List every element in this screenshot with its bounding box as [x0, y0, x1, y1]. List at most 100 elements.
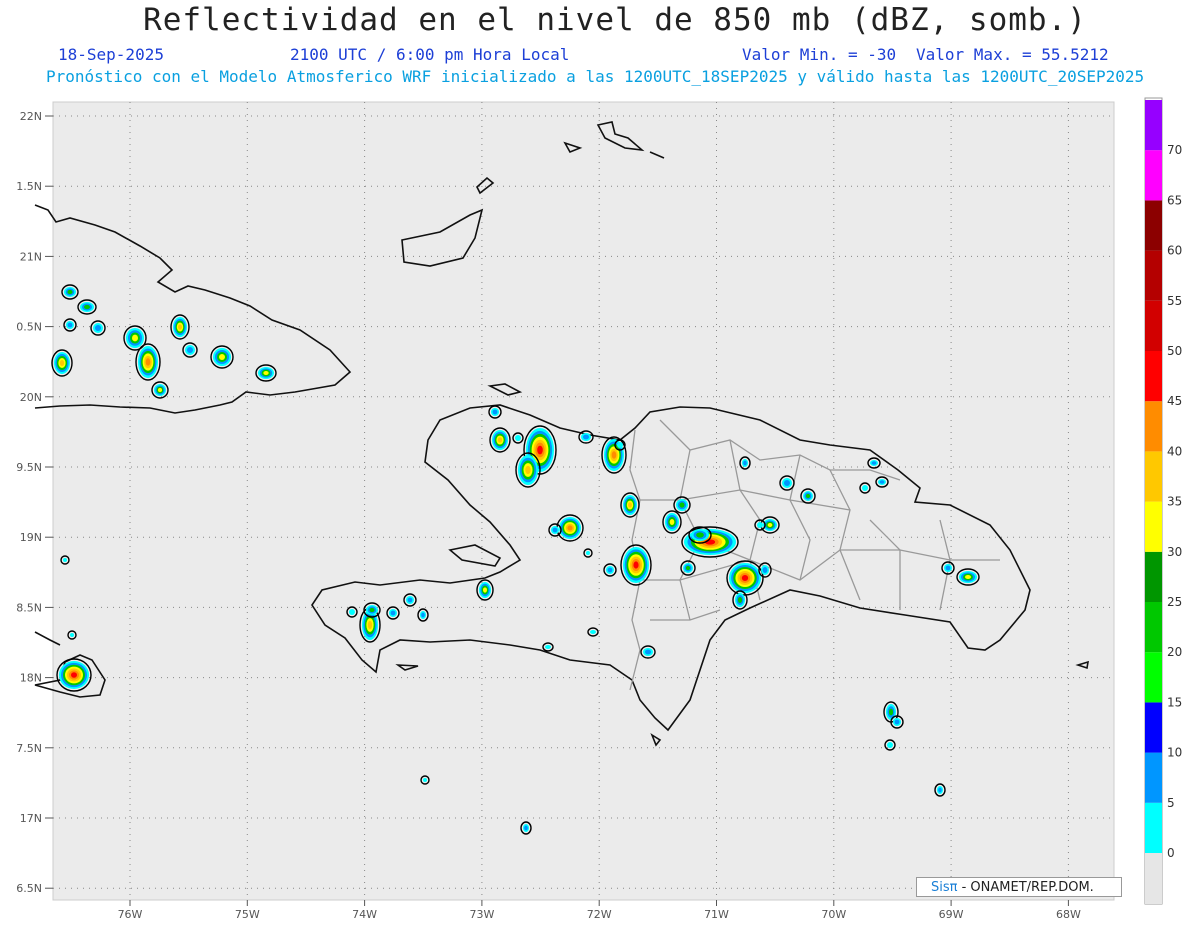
cell-contour [887, 742, 893, 748]
lat-label: 18N [20, 672, 42, 685]
cell-contour [645, 649, 651, 655]
lon-label: 76W [118, 908, 143, 921]
colorbar-swatch [1145, 401, 1162, 452]
cell-contour [679, 502, 685, 508]
lat-label: 6.5N [16, 882, 42, 895]
cell-contour [545, 645, 551, 649]
lat-label: 21N [20, 250, 42, 263]
sispi-logo-text: Sisπ [931, 880, 958, 895]
lat-label: 17N [20, 812, 42, 825]
colorbar-swatch [1145, 100, 1162, 151]
colorbar-swatch [1145, 501, 1162, 552]
lat-label: 7.5N [16, 742, 42, 755]
cell-contour [741, 575, 749, 581]
colorbar-swatch [1145, 250, 1162, 301]
cell-contour [70, 633, 74, 637]
colorbar-swatch [1145, 200, 1162, 251]
cell-contour [862, 485, 868, 491]
lat-label: 9.5N [16, 461, 42, 474]
lon-label: 70W [821, 908, 846, 921]
cell-contour [145, 358, 151, 366]
lon-label: 75W [235, 908, 260, 921]
lon-label: 74W [352, 908, 377, 921]
cell-contour [367, 620, 373, 630]
cell-contour [879, 480, 885, 484]
cell-contour [63, 558, 67, 562]
cell-contour [805, 493, 811, 499]
cell-contour [611, 451, 617, 459]
colorbar-label: 50 [1167, 344, 1182, 358]
colorbar-label: 65 [1167, 193, 1182, 207]
colorbar-swatch [1145, 702, 1162, 753]
cell-contour [59, 360, 65, 366]
lat-label: 19N [20, 531, 42, 544]
lon-label: 71W [704, 908, 729, 921]
cell-contour [187, 347, 193, 353]
cell-contour [617, 442, 623, 448]
colorbar-swatch [1145, 300, 1162, 351]
cell-contour [515, 435, 521, 441]
colorbar-label: 5 [1167, 796, 1175, 810]
cell-contour [349, 609, 355, 615]
cell-contour [757, 522, 763, 528]
cell-contour [767, 523, 773, 527]
cell-contour [390, 610, 396, 616]
cell-contour [888, 708, 894, 716]
colorbar: 0 5 10 15 20 25 30 35 40 45 50 55 60 65 70 [1144, 97, 1182, 905]
colorbar-label: 0 [1167, 846, 1175, 860]
colorbar-label: 10 [1167, 746, 1182, 760]
cell-contour [567, 525, 573, 531]
cell-contour [871, 461, 877, 465]
colorbar-swatch [1145, 150, 1162, 201]
cell-contour [938, 787, 942, 793]
cell-contour [407, 597, 413, 603]
cell-contour [685, 565, 691, 571]
lat-label: 0.5N [16, 321, 42, 334]
colorbar-label: 70 [1167, 143, 1182, 157]
credit-text: - ONAMET/REP.DOM. [957, 880, 1094, 895]
cell-contour [784, 480, 790, 486]
colorbar-label: 25 [1167, 595, 1182, 609]
lat-label: 20N [20, 391, 42, 404]
cell-contour [263, 371, 269, 375]
cell-contour [669, 519, 675, 525]
colorbar-label: 40 [1167, 444, 1182, 458]
cell-contour [552, 527, 558, 533]
lon-label: 68W [1056, 908, 1081, 921]
colorbar-label: 55 [1167, 294, 1182, 308]
colorbar-swatch [1145, 602, 1162, 653]
cell-contour [590, 630, 596, 634]
cell-contour [219, 354, 225, 360]
colorbar-label: 60 [1167, 244, 1182, 258]
colorbar-swatch [1145, 351, 1162, 402]
cell-contour [894, 719, 900, 725]
map-plot-area [52, 101, 1115, 901]
lon-label: 73W [469, 908, 494, 921]
lat-label: 22N [20, 110, 42, 123]
cell-contour [497, 437, 503, 443]
cell-contour [67, 322, 73, 328]
cell-contour [483, 587, 487, 593]
lon-label: 72W [587, 908, 612, 921]
cell-contour [84, 304, 90, 310]
cell-contour [945, 565, 951, 571]
cell-contour [158, 388, 162, 392]
cell-contour [67, 289, 73, 295]
latitude-labels: 22N 1.5N 21N 0.5N 20N 9.5N 19N 8.5N 18N 7.5N 17N 6.… [16, 110, 53, 895]
cell-contour [586, 551, 590, 555]
cell-contour [423, 778, 427, 782]
cell-contour [421, 612, 425, 618]
cell-contour [743, 460, 747, 466]
colorbar-swatch [1145, 551, 1162, 602]
colorbar-below-zero [1145, 853, 1162, 904]
cell-contour [696, 532, 704, 538]
colorbar-swatch [1145, 802, 1162, 853]
colorbar-label: 20 [1167, 645, 1182, 659]
colorbar-swatch [1145, 652, 1162, 703]
cell-contour [492, 409, 498, 415]
lon-label: 69W [939, 908, 964, 921]
cell-contour [607, 567, 613, 573]
colorbar-swatch [1145, 752, 1162, 803]
colorbar-label: 15 [1167, 695, 1182, 709]
cell-contour [633, 561, 639, 569]
